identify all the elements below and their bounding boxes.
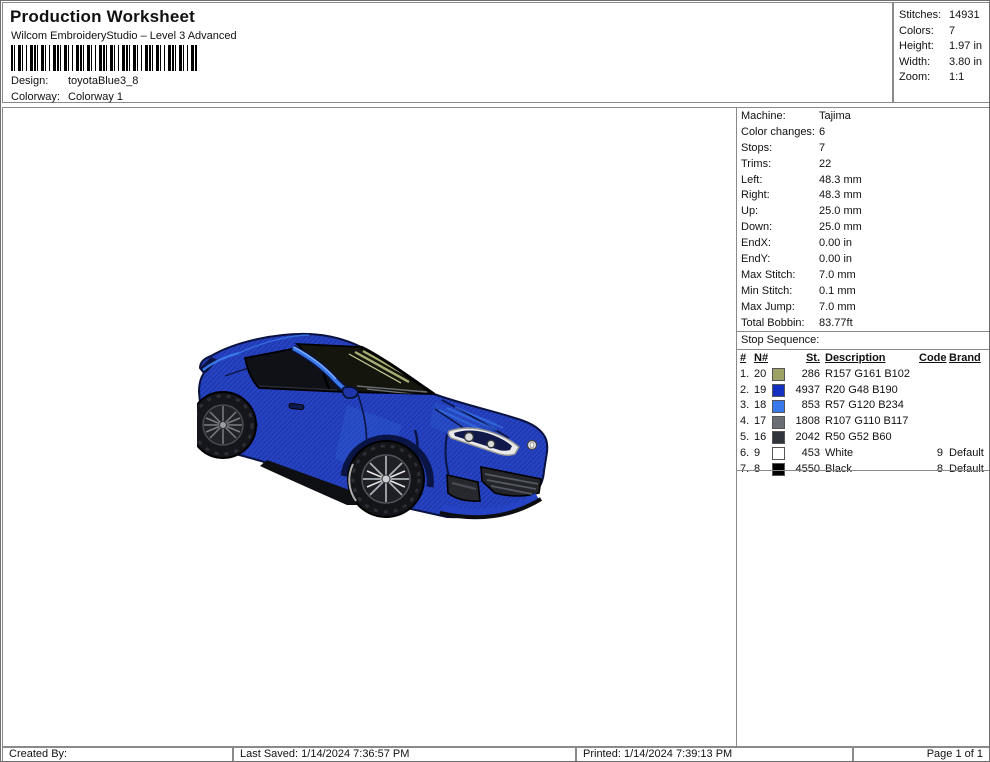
footer-created-by: Created By: xyxy=(2,747,233,761)
machine-row: Up: 25.0 mm xyxy=(741,205,862,218)
toyota-badge xyxy=(526,439,538,451)
footer-page-number: Page 1 of 1 xyxy=(853,747,989,761)
design-row: Design: toyotaBlue3_8 xyxy=(11,75,138,87)
stop-sequence-table: # N# St. Description Code Brand 1. 20 286… xyxy=(737,351,989,477)
colorway-label: Colorway: xyxy=(11,91,60,103)
design-label: Design: xyxy=(11,75,49,87)
machine-row: Trims: 22 xyxy=(741,157,832,170)
thread-color-swatch xyxy=(772,431,785,445)
design-preview-canvas xyxy=(3,108,736,746)
thread-color-swatch xyxy=(772,383,785,397)
production-worksheet-page: Production Worksheet Wilcom EmbroiderySt… xyxy=(0,0,990,762)
stat-stitches: Stitches: 14931 xyxy=(899,9,980,21)
stop-sequence-row: 1. 20 286 R157 G161 B102 xyxy=(740,367,911,382)
stop-sequence-row: 4. 17 1808 R107 G110 B117 xyxy=(740,415,909,429)
header-stats: Stitches: 14931 Colors: 7 Height: 1.97 in W… xyxy=(893,2,989,103)
stat-colors: Colors: 7 xyxy=(899,24,956,37)
design-name: toyotaBlue3_8 xyxy=(68,75,139,87)
machine-row: EndY: 0.00 in xyxy=(741,253,853,266)
machine-row: Left: 48.3 mm xyxy=(741,173,862,186)
stat-height: Height: 1.97 in xyxy=(899,40,983,53)
thread-color-swatch xyxy=(772,399,785,413)
machine-info-panel: Machine: Tajima Color changes: 6 Stops: 7 T… xyxy=(736,108,989,746)
machine-info-rows: Machine: Tajima Color changes: 6 Stops: 7 T… xyxy=(737,109,989,331)
app-subtitle: Wilcom EmbroideryStudio – Level 3 Advanc… xyxy=(11,30,237,42)
machine-row: Min Stitch: 0.1 mm xyxy=(741,284,856,297)
design-barcode xyxy=(11,45,197,71)
machine-row: Color changes: 6 xyxy=(741,125,826,138)
stop-sequence-row: 5. 16 2042 R50 G52 B60 xyxy=(740,430,892,445)
main-area: Machine: Tajima Color changes: 6 Stops: 7 T… xyxy=(2,107,989,747)
machine-row: Machine: Tajima xyxy=(741,110,851,122)
machine-row: Down: 25.0 mm xyxy=(741,221,862,234)
machine-row: Max Stitch: 7.0 mm xyxy=(741,268,856,281)
car-embroidery-image xyxy=(197,332,549,520)
footer-last-saved: Last Saved: 1/14/2024 7:36:57 PM xyxy=(233,747,576,761)
header-design-info: Production Worksheet Wilcom EmbroiderySt… xyxy=(2,2,893,103)
machine-row: EndX: 0.00 in xyxy=(741,237,853,250)
machine-row: Right: 48.3 mm xyxy=(741,189,862,202)
machine-row: Stops: 7 xyxy=(741,141,826,154)
machine-row: Total Bobbin: 83.77ft xyxy=(741,316,853,329)
divider xyxy=(737,331,989,332)
thread-color-swatch xyxy=(772,415,785,429)
thread-color-swatch xyxy=(772,447,785,461)
divider xyxy=(737,349,989,350)
stat-width: Width: 3.80 in xyxy=(899,55,983,68)
front-wheel xyxy=(347,440,425,518)
colorway-name: Colorway 1 xyxy=(68,91,124,103)
stop-sequence-row: 3. 18 853 R57 G120 B234 xyxy=(740,399,904,413)
footer-printed: Printed: 1/14/2024 7:39:13 PM xyxy=(576,747,853,761)
stats-list: Stitches: 14931 Colors: 7 Height: 1.97 in W… xyxy=(899,8,986,86)
side-mirror xyxy=(341,386,359,399)
thread-color-swatch xyxy=(772,368,785,382)
stat-zoom: Zoom: 1:1 xyxy=(899,71,965,84)
stop-sequence-title: Stop Sequence: xyxy=(741,334,820,346)
stop-sequence-row: 6. 9 453 White 9 Default xyxy=(740,446,984,461)
page-title: Production Worksheet xyxy=(10,7,196,26)
machine-row: Max Jump: 7.0 mm xyxy=(741,300,856,313)
colorway-row: Colorway: Colorway 1 xyxy=(11,91,123,103)
rear-wheel xyxy=(197,391,257,459)
divider xyxy=(737,470,989,471)
stop-sequence-row: 2. 19 4937 R20 G48 B190 xyxy=(740,383,898,397)
stop-sequence-header-row: # N# St. Description Code Brand xyxy=(740,352,981,364)
